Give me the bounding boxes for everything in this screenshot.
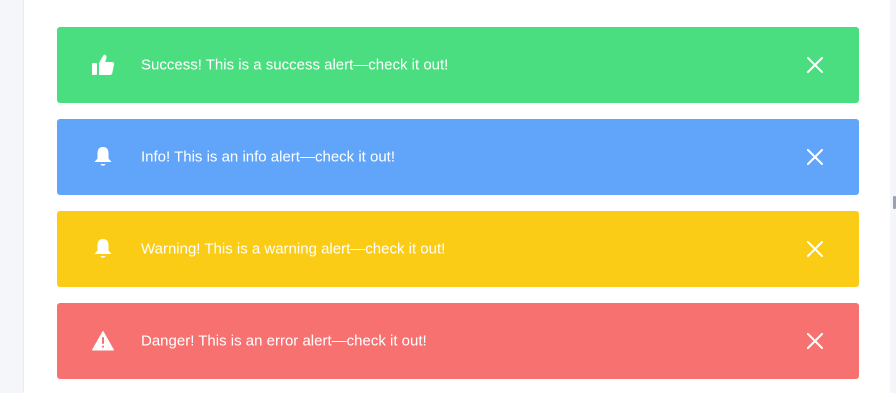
bell-icon (91, 237, 115, 261)
close-icon[interactable] (807, 333, 823, 349)
close-icon[interactable] (807, 241, 823, 257)
alert-warning-message: Warning! This is a warning alert—check i… (141, 240, 446, 258)
left-gutter (0, 0, 23, 393)
alert-success-message: Success! This is a success alert—check i… (141, 56, 449, 74)
thumbs-up-icon (91, 53, 115, 77)
alert-danger-message: Danger! This is an error alert—check it … (141, 332, 427, 350)
bell-icon (91, 145, 115, 169)
warning-triangle-icon (91, 329, 115, 353)
close-icon[interactable] (807, 149, 823, 165)
alert-warning: Warning! This is a warning alert—check i… (57, 211, 859, 287)
close-icon[interactable] (807, 57, 823, 73)
alert-list: Success! This is a success alert—check i… (57, 27, 859, 393)
alert-success: Success! This is a success alert—check i… (57, 27, 859, 103)
page: Success! This is a success alert—check i… (0, 0, 896, 393)
alert-info: Info! This is an info alert—check it out… (57, 119, 859, 195)
alert-info-message: Info! This is an info alert—check it out… (141, 148, 396, 166)
alert-danger: Danger! This is an error alert—check it … (57, 303, 859, 379)
